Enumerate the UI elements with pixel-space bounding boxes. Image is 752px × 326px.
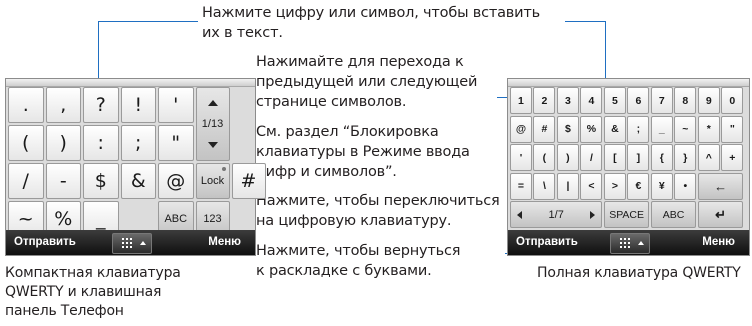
key[interactable]: ( — [533, 144, 556, 172]
backspace-key[interactable]: ← — [697, 172, 744, 200]
keyboard-top-bar — [6, 79, 255, 87]
key[interactable]: ' — [510, 144, 532, 172]
key[interactable]: ; — [120, 125, 156, 161]
callout-insert-digit: Нажмите цифру или символ, чтобы вставить… — [202, 5, 540, 41]
callout-return-letters: Нажмите, чтобы вернуться к раскладке с б… — [256, 243, 461, 279]
key[interactable]: # — [231, 163, 266, 199]
key[interactable]: @ — [158, 163, 194, 199]
key[interactable]: [ — [603, 144, 626, 172]
abc-key[interactable]: ABC — [650, 201, 697, 229]
key[interactable]: + — [721, 144, 744, 172]
keyboard-top-bar — [508, 79, 749, 87]
key[interactable]: * — [697, 115, 720, 143]
key[interactable]: 9 — [697, 87, 720, 114]
key[interactable]: > — [603, 172, 626, 200]
key[interactable]: 8 — [674, 87, 697, 114]
lock-key[interactable]: Lock — [195, 163, 230, 199]
softkey-bar: Отправить Меню — [508, 230, 749, 255]
key[interactable]: • — [674, 172, 697, 200]
page-indicator: 1/7 — [548, 208, 564, 221]
key[interactable]: ¥ — [650, 172, 673, 200]
input-selector-button[interactable] — [111, 233, 152, 254]
key[interactable]: { — [650, 144, 673, 172]
page-indicator: 1/13 — [201, 118, 224, 130]
key[interactable]: & — [603, 115, 626, 143]
keyboard-grid-icon — [619, 238, 632, 248]
key[interactable]: ) — [556, 144, 579, 172]
key[interactable]: . — [8, 87, 44, 123]
arrow-up-icon[interactable] — [207, 100, 218, 106]
key[interactable]: / — [8, 163, 44, 199]
menu-softkey[interactable]: Меню — [208, 236, 241, 248]
key[interactable]: ( — [8, 125, 44, 161]
key[interactable]: : — [83, 125, 119, 161]
key[interactable]: ! — [120, 87, 156, 123]
caption-compact-keyboard: Компактная клавиатура QWERTY и клавишная… — [5, 265, 181, 319]
key[interactable]: ~ — [674, 115, 697, 143]
lock-indicator-icon — [221, 167, 226, 171]
key[interactable]: % — [580, 115, 603, 143]
key[interactable]: 1 — [510, 87, 532, 114]
arrow-left-icon[interactable] — [517, 210, 522, 219]
key[interactable]: ^ — [697, 144, 720, 172]
key[interactable]: ; — [627, 115, 650, 143]
softkey-bar: Отправить Меню — [6, 230, 255, 255]
key[interactable]: ) — [45, 125, 81, 161]
key[interactable]: 6 — [627, 87, 650, 114]
key[interactable]: 0 — [721, 87, 744, 114]
key[interactable]: ? — [83, 87, 119, 123]
page-pager-key[interactable]: 1/13 — [195, 87, 230, 161]
compact-keyboard-keys: . , ? ! ' 1/13 ( ) : ; " / - $ & @ Lock … — [8, 87, 266, 237]
key[interactable]: 4 — [580, 87, 603, 114]
key[interactable]: ' — [158, 87, 194, 123]
compact-keyboard: . , ? ! ' 1/13 ( ) : ; " / - $ & @ Lock … — [5, 78, 266, 256]
menu-softkey[interactable]: Меню — [702, 236, 735, 248]
key[interactable]: , — [45, 87, 81, 123]
full-keyboard-keys: 1 2 3 4 5 6 7 8 9 0 @ # $ % & ; _ ~ * " … — [510, 87, 747, 229]
space-key[interactable]: SPACE — [603, 201, 650, 229]
page-pager-key[interactable]: 1/7 — [510, 201, 603, 229]
key[interactable]: - — [45, 163, 81, 199]
key[interactable]: # — [533, 115, 556, 143]
key[interactable]: € — [627, 172, 650, 200]
key[interactable]: $ — [83, 163, 119, 199]
lock-label: Lock — [200, 175, 225, 187]
arrow-right-icon[interactable] — [590, 210, 596, 219]
key[interactable]: = — [510, 172, 532, 200]
key[interactable]: _ — [650, 115, 673, 143]
callout-page-navigation: Нажимайте для перехода к предыдущей или … — [256, 54, 478, 110]
input-selector-button[interactable] — [609, 233, 650, 254]
callout-switch-numeric: Нажмите, чтобы переключиться на цифровую… — [256, 193, 500, 229]
key[interactable]: & — [120, 163, 156, 199]
key[interactable]: 5 — [603, 87, 626, 114]
key[interactable]: 7 — [650, 87, 673, 114]
full-qwerty-keyboard: 1 2 3 4 5 6 7 8 9 0 @ # $ % & ; _ ~ * " … — [507, 78, 750, 256]
keyboard-grid-icon — [121, 238, 134, 248]
key[interactable]: ] — [627, 144, 650, 172]
arrow-up-icon — [637, 241, 644, 245]
key[interactable]: \ — [533, 172, 556, 200]
key[interactable]: " — [721, 115, 744, 143]
key[interactable]: " — [158, 125, 194, 161]
key[interactable]: } — [674, 144, 697, 172]
send-softkey[interactable]: Отправить — [14, 236, 76, 248]
arrow-up-icon — [139, 241, 146, 245]
caption-full-keyboard: Полная клавиатура QWERTY — [537, 265, 741, 281]
key[interactable]: 3 — [556, 87, 579, 114]
key[interactable]: @ — [510, 115, 532, 143]
key[interactable]: < — [580, 172, 603, 200]
callout-lock-section: См. раздел “Блокировка клавиатуры в Режи… — [256, 124, 470, 180]
send-softkey[interactable]: Отправить — [516, 236, 578, 248]
key[interactable]: $ — [556, 115, 579, 143]
arrow-down-icon[interactable] — [207, 142, 218, 148]
key[interactable]: 2 — [533, 87, 556, 114]
key[interactable]: / — [580, 144, 603, 172]
key[interactable]: | — [556, 172, 579, 200]
enter-key[interactable]: ↵ — [697, 201, 744, 229]
